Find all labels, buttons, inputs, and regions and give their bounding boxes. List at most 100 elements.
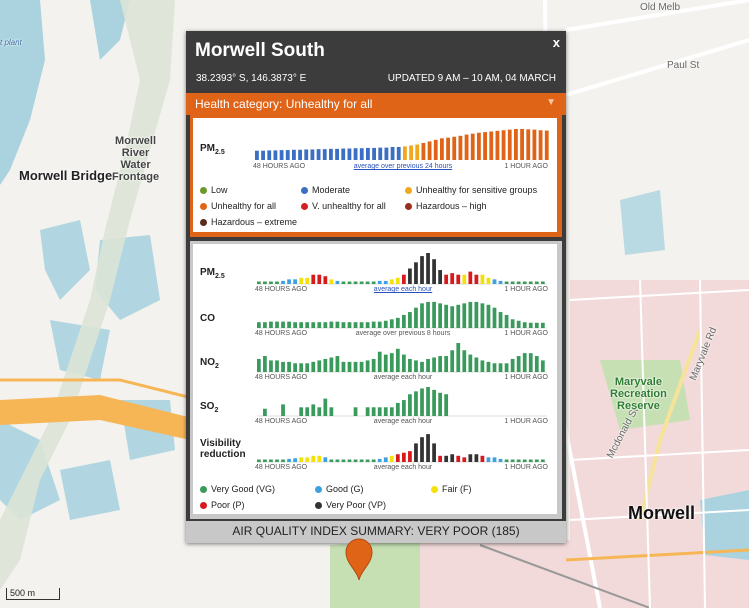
chart-bar xyxy=(323,358,328,372)
chart-bar xyxy=(372,147,376,160)
chart-bar xyxy=(402,354,406,372)
legend-dot-icon xyxy=(315,485,322,493)
chart-bar xyxy=(534,281,539,284)
chart-bar xyxy=(438,455,442,462)
chart-bar xyxy=(359,281,364,284)
chart-bar xyxy=(298,149,302,160)
station-popup: Morwell South x 38.2393° S, 146.3873° E … xyxy=(186,31,566,543)
chart-bar xyxy=(480,274,485,284)
chart-bar xyxy=(395,317,400,328)
chevron-down-icon[interactable]: ▼ xyxy=(546,97,556,108)
chart-bar xyxy=(396,146,401,160)
chart-bar xyxy=(426,387,430,416)
chart-bar xyxy=(420,256,424,284)
chart-bar xyxy=(426,301,430,328)
chart-bar xyxy=(444,304,449,328)
chart-bar xyxy=(486,304,491,328)
axis-center-label[interactable]: average each hour xyxy=(343,286,463,293)
axis-left-label: 48 HOURS AGO xyxy=(255,418,308,425)
legend-dot-icon xyxy=(405,202,412,210)
chart-bar xyxy=(507,129,512,160)
chart-bar xyxy=(263,281,267,284)
place-label-morwell: Morwell xyxy=(628,503,696,523)
chart-bar xyxy=(323,398,328,416)
chart-bar xyxy=(408,394,412,416)
chart-bar xyxy=(534,356,539,372)
chart-bar xyxy=(504,281,509,284)
axis-left-label: 48 HOURS AGO xyxy=(255,330,308,337)
pollutant-label: Visibility reduction xyxy=(200,438,246,460)
chart-bar xyxy=(516,281,521,284)
chart-bar xyxy=(281,361,285,372)
pollutant-label: NO2 xyxy=(200,357,219,370)
chart-bar xyxy=(504,459,509,462)
chart-bar xyxy=(293,279,297,284)
chart-bar xyxy=(335,459,340,462)
chart-bar xyxy=(365,459,370,462)
updated-timestamp: UPDATED 9 AM – 10 AM, 04 MARCH xyxy=(387,73,556,84)
station-marker-icon[interactable] xyxy=(344,537,374,581)
chart-bar xyxy=(305,407,310,416)
legend-dot-icon xyxy=(200,485,207,493)
chart-bar xyxy=(446,137,450,160)
legend-dot-icon xyxy=(200,186,207,194)
chart-bar xyxy=(480,303,485,328)
chart-bar xyxy=(474,454,479,462)
chart-bar xyxy=(329,148,333,160)
axis-right-label: 1 HOUR AGO xyxy=(504,464,548,471)
chart-bar xyxy=(540,322,545,328)
chart-bar xyxy=(305,457,310,462)
chart-bar xyxy=(456,343,461,372)
pollutant-chart xyxy=(257,434,547,463)
pollutant-label: CO xyxy=(200,313,215,324)
chart-bar xyxy=(299,322,304,328)
chart-bar xyxy=(335,321,340,328)
chart-bar xyxy=(520,129,524,160)
chart-bar xyxy=(483,132,487,160)
place-label-maryvale-reserve: Maryvale Recreation Reserve xyxy=(610,376,667,412)
axis-center-label: average each hour xyxy=(373,418,433,425)
chart-bar xyxy=(414,360,418,372)
pm25-axis-center[interactable]: average over previous 24 hours xyxy=(343,163,463,170)
chart-bar xyxy=(432,389,436,416)
aqi-legend-item: Fair (F) xyxy=(431,484,472,494)
chart-bar xyxy=(528,459,533,462)
chart-bar xyxy=(395,454,400,462)
chart-bar xyxy=(311,322,316,328)
chart-bar xyxy=(426,358,430,372)
chart-bar xyxy=(281,280,285,284)
chart-bar xyxy=(261,150,265,160)
pollutant-label: SO2 xyxy=(200,401,219,414)
chart-bar xyxy=(408,268,412,284)
legend-dot-icon xyxy=(200,202,207,210)
chart-bar xyxy=(341,459,346,462)
close-button[interactable]: x xyxy=(553,35,560,50)
chart-bar xyxy=(464,134,469,160)
chart-bar xyxy=(438,270,442,284)
chart-bar xyxy=(456,455,461,462)
chart-bar xyxy=(365,281,370,284)
chart-bar xyxy=(468,271,473,284)
chart-bar xyxy=(353,361,358,372)
chart-bar xyxy=(456,274,461,284)
chart-bar xyxy=(510,358,515,372)
chart-bar xyxy=(341,322,346,328)
chart-bar xyxy=(353,407,358,416)
place-label-morwell-bridge: Morwell Bridge xyxy=(19,168,113,183)
chart-bar xyxy=(438,356,442,372)
chart-bar xyxy=(389,279,394,284)
chart-bar xyxy=(353,459,358,462)
chart-bar xyxy=(420,437,424,462)
chart-bar xyxy=(402,274,406,284)
health-category-dropdown[interactable]: Health category: Unhealthy for all ▼ xyxy=(186,93,566,115)
axis-left-label: 48 HOURS AGO xyxy=(253,163,306,170)
chart-bar xyxy=(426,253,430,284)
chart-bar xyxy=(438,392,442,416)
chart-bar xyxy=(444,394,449,416)
chart-bar xyxy=(426,434,430,462)
chart-bar xyxy=(514,129,518,160)
health-legend-item: Hazardous – high xyxy=(405,201,487,211)
chart-bar xyxy=(408,358,412,372)
chart-bar xyxy=(317,407,322,416)
pm25-health-panel: PM2.5 48 HOURS AGO average over previous… xyxy=(190,115,562,237)
